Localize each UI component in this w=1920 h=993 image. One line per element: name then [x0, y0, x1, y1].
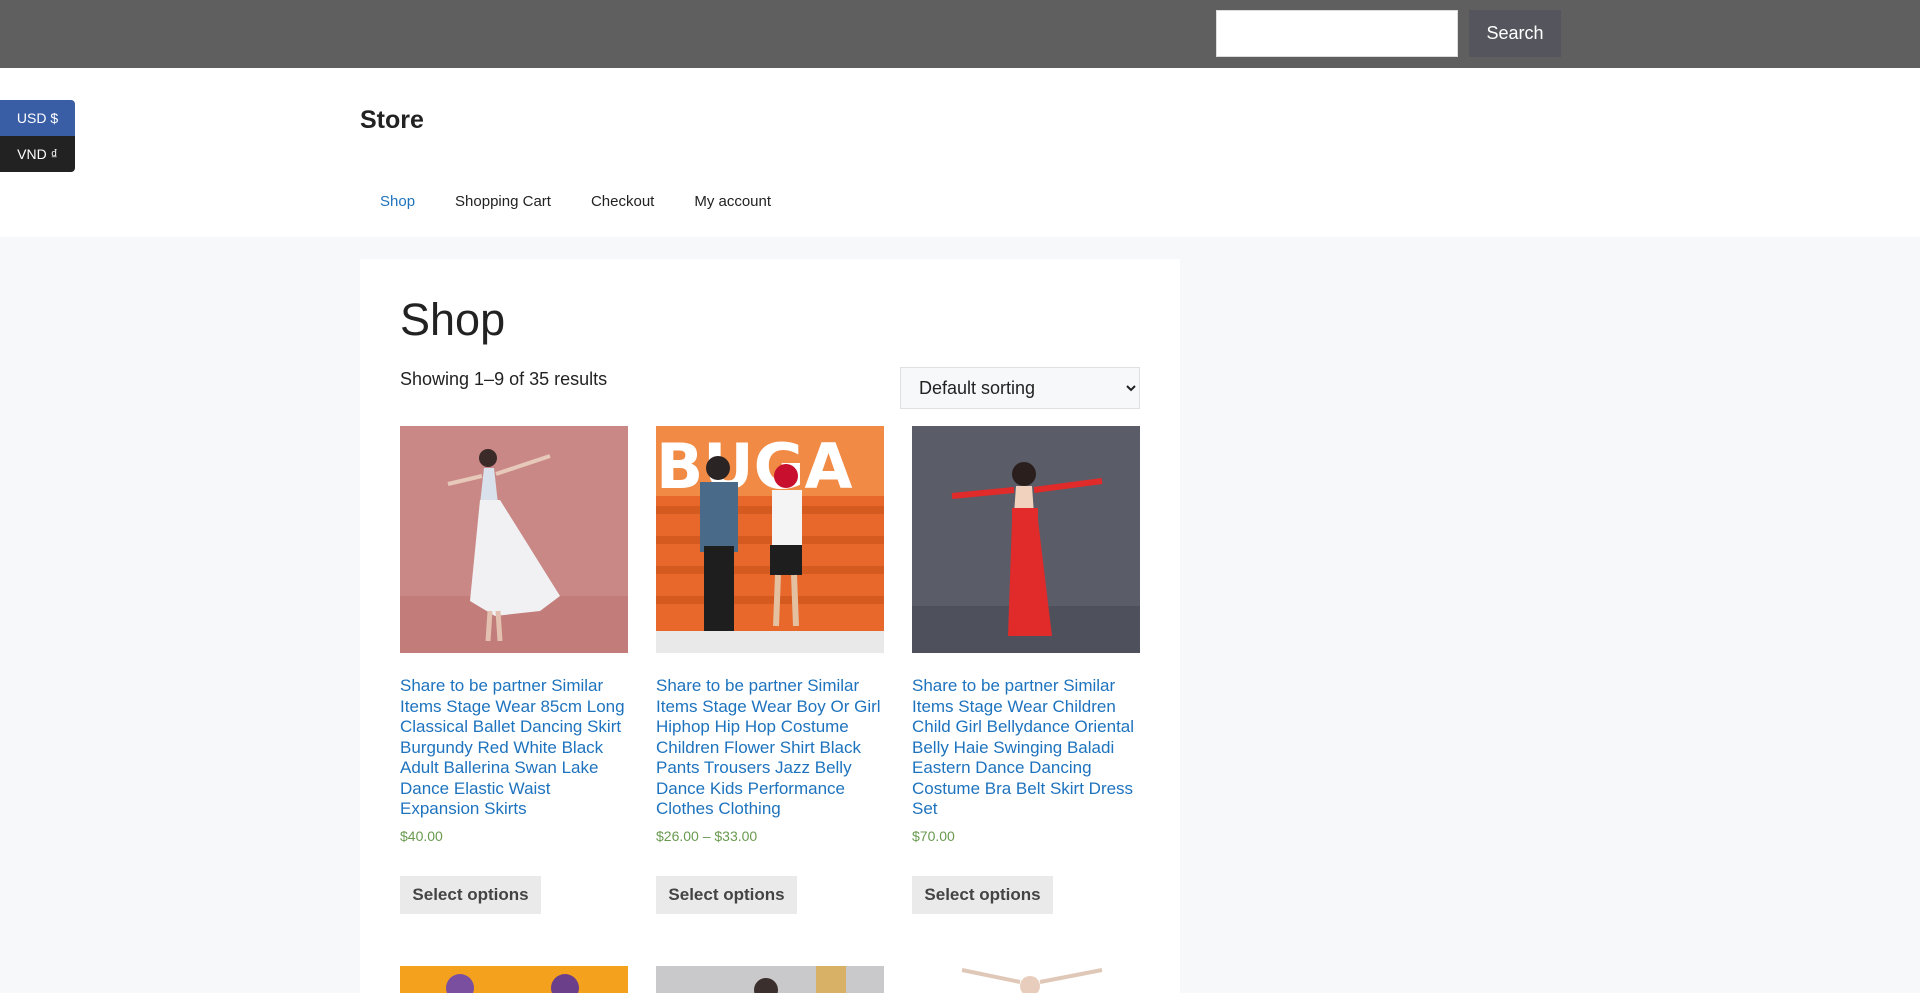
- ballet-dancer-image: [400, 426, 628, 653]
- currency-vnd[interactable]: VND ₫: [0, 136, 75, 172]
- shop-content: Shop Showing 1–9 of 35 results Default s…: [360, 259, 1180, 993]
- product-title[interactable]: Share to be partner Similar Items Stage …: [656, 676, 884, 820]
- product-thumbnail-image: [656, 966, 884, 993]
- result-count: Showing 1–9 of 35 results: [400, 369, 608, 389]
- site-header: Store Shop Shopping Cart Checkout My acc…: [0, 68, 1920, 237]
- search-button[interactable]: Search: [1469, 10, 1561, 57]
- main-navigation: Shop Shopping Cart Checkout My account: [360, 192, 791, 212]
- product-title[interactable]: Share to be partner Similar Items Stage …: [912, 676, 1140, 820]
- product-price: $40.00: [400, 827, 443, 844]
- select-options-button[interactable]: Select options: [656, 876, 797, 914]
- hiphop-kids-image: BUGA: [656, 426, 884, 653]
- select-options-button[interactable]: Select options: [400, 876, 541, 914]
- product-thumbnail-image: [912, 966, 1140, 993]
- product-price: $70.00: [912, 827, 955, 844]
- product-image[interactable]: [912, 966, 1140, 993]
- product-image[interactable]: [656, 966, 884, 993]
- product-card: BUGA Share to be partner Similar Items S…: [656, 426, 884, 914]
- nav-item-shopping-cart[interactable]: Shopping Cart: [435, 192, 571, 212]
- search-input[interactable]: [1216, 10, 1458, 57]
- product-image[interactable]: BUGA: [656, 426, 884, 653]
- bellydance-girl-image: [912, 426, 1140, 653]
- product-image[interactable]: [912, 426, 1140, 653]
- product-image[interactable]: [400, 426, 628, 653]
- page-title: Shop: [400, 294, 506, 345]
- product-card: Share to be partner Similar Items Stage …: [912, 426, 1140, 914]
- product-image[interactable]: [400, 966, 628, 993]
- product-thumbnail-image: [400, 966, 628, 993]
- product-title[interactable]: Share to be partner Similar Items Stage …: [400, 676, 628, 820]
- svg-text:BUGA: BUGA: [656, 430, 852, 503]
- site-title[interactable]: Store: [360, 106, 424, 135]
- product-price: $26.00 – $33.00: [656, 827, 758, 844]
- select-options-button[interactable]: Select options: [912, 876, 1053, 914]
- product-card: Share to be partner Similar Items Stage …: [400, 426, 628, 914]
- top-bar: Search: [0, 0, 1920, 68]
- nav-item-my-account[interactable]: My account: [674, 192, 791, 212]
- sorting-select[interactable]: Default sorting: [900, 367, 1140, 409]
- nav-item-shop[interactable]: Shop: [360, 192, 435, 212]
- currency-usd[interactable]: USD $: [0, 100, 75, 136]
- nav-item-checkout[interactable]: Checkout: [571, 192, 674, 212]
